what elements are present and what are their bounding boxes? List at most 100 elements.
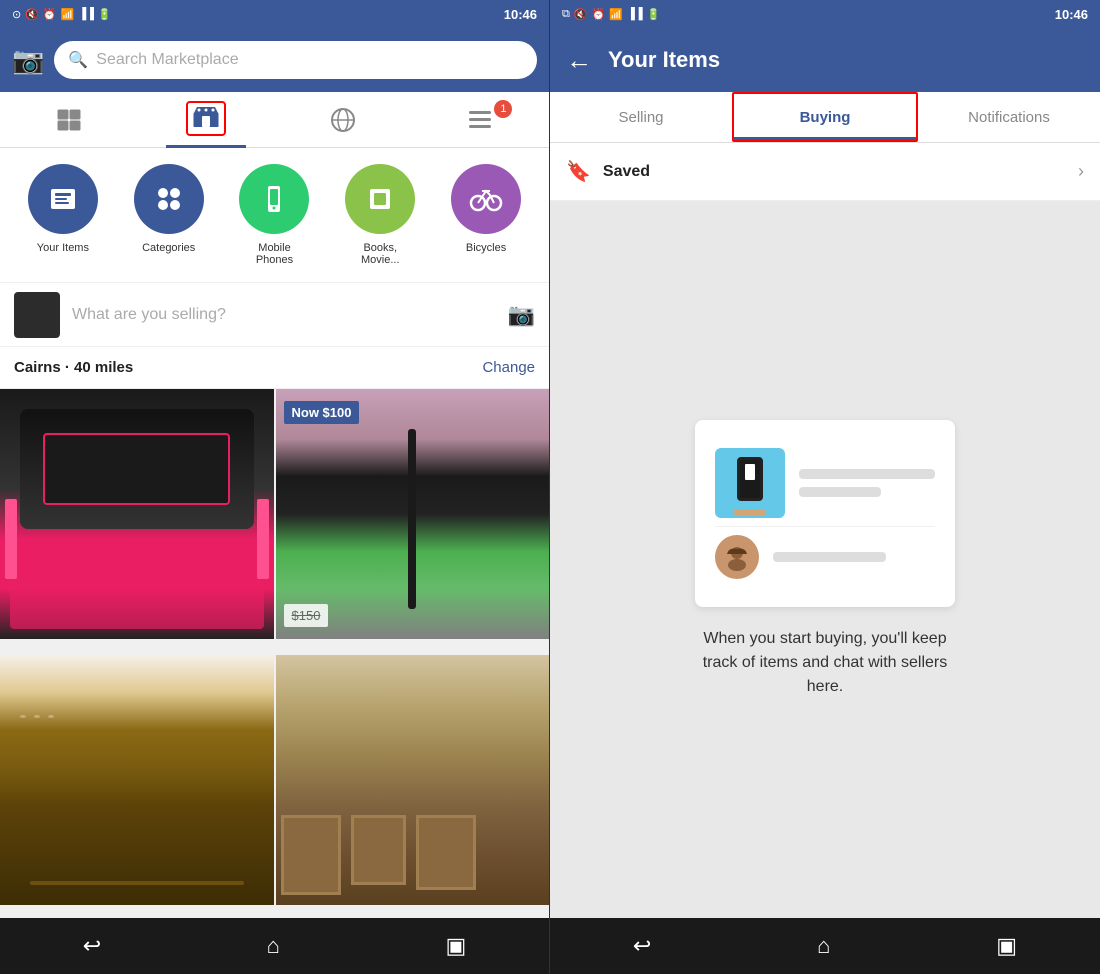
seller-avatar-icon <box>719 539 755 575</box>
signal-icon: ▐▐ <box>78 8 94 20</box>
product-treadmill[interactable] <box>0 389 274 639</box>
mobile-phones-icon-bg <box>239 164 309 234</box>
tabs-row: Selling Buying Notifications <box>550 92 1100 143</box>
category-bicycles[interactable]: Bicycles <box>451 164 521 254</box>
sell-placeholder: What are you selling? <box>72 306 496 324</box>
phone-product-image <box>715 448 785 518</box>
guitar-price-tag: Now $100 <box>284 401 360 424</box>
placeholder-line-3 <box>773 552 886 562</box>
right-status-icons: ⧉ 🔇 ⏰ 📶 ▐▐ 🔋 <box>562 8 660 21</box>
product-placeholder-lines <box>799 469 935 497</box>
wifi-icon: 📶 <box>61 8 75 21</box>
empty-card-product-row <box>715 440 935 526</box>
placeholder-line-1 <box>799 469 935 479</box>
mobile-phones-label: Mobile Phones <box>239 242 309 266</box>
your-items-icon-bg <box>28 164 98 234</box>
left-status-bar: ⊙ 🔇 ⏰ 📶 ▐▐ 🔋 10:46 <box>0 0 549 28</box>
marketplace-border <box>186 101 226 136</box>
right-alarm-icon: ⏰ <box>592 8 606 21</box>
copy-icon: ⧉ <box>562 8 570 21</box>
change-location-button[interactable]: Change <box>482 359 535 376</box>
books-movies-icon-bg <box>345 164 415 234</box>
bicycles-label: Bicycles <box>466 242 506 254</box>
product-table[interactable] <box>0 655 274 905</box>
left-status-icons: ⊙ 🔇 ⏰ 📶 ▐▐ 🔋 <box>12 8 112 21</box>
product-guitar[interactable]: Now $100 $150 <box>276 389 550 639</box>
your-items-label: Your Items <box>37 242 89 254</box>
frames-image <box>276 655 550 905</box>
categories-icon-bg <box>134 164 204 234</box>
category-categories[interactable]: Categories <box>134 164 204 254</box>
seller-avatar <box>715 535 759 579</box>
right-wifi-icon: 📶 <box>609 8 623 21</box>
treadmill-image <box>0 389 274 639</box>
empty-description-text: When you start buying, you'll keep track… <box>685 627 965 699</box>
seller-placeholder-lines <box>773 552 935 562</box>
nav-menu[interactable]: 1 <box>440 92 520 148</box>
alarm-icon: ⏰ <box>43 8 57 21</box>
search-icon: 🔍 <box>68 50 88 70</box>
marketplace-icon <box>192 105 220 127</box>
sell-prompt[interactable]: What are you selling? 📷 <box>0 283 549 347</box>
books-movies-label: Books, Movie... <box>345 242 415 266</box>
right-bottom-nav: ↩ ⌂ ▣ <box>550 918 1100 974</box>
bookmark-icon: 🔖 <box>566 159 591 184</box>
search-placeholder-text: Search Marketplace <box>96 51 238 69</box>
browse-icon <box>56 107 82 133</box>
left-header: 📷 🔍 Search Marketplace <box>0 28 549 92</box>
left-back-button[interactable]: ↩ <box>83 933 101 959</box>
nav-globe[interactable] <box>303 92 383 148</box>
right-battery-icon: 🔋 <box>647 8 661 21</box>
search-bar[interactable]: 🔍 Search Marketplace <box>54 41 537 79</box>
bicycles-icon-bg <box>451 164 521 234</box>
mute-icon: 🔇 <box>25 8 39 21</box>
right-panel: ⧉ 🔇 ⏰ 📶 ▐▐ 🔋 10:46 ← Your Items Selling … <box>550 0 1100 974</box>
product-frames[interactable] <box>276 655 550 905</box>
empty-state-card <box>695 420 955 607</box>
empty-card-seller-row <box>715 526 935 587</box>
tab-buying[interactable]: Buying <box>732 92 918 142</box>
product-grid: Now $100 $150 <box>0 389 549 918</box>
right-recents-button[interactable]: ▣ <box>996 933 1017 959</box>
left-bottom-nav: ↩ ⌂ ▣ <box>0 918 549 974</box>
bicycles-icon <box>468 181 504 217</box>
nav-browse[interactable] <box>29 92 109 148</box>
right-status-bar: ⧉ 🔇 ⏰ 📶 ▐▐ 🔋 10:46 <box>550 0 1100 28</box>
tab-notifications[interactable]: Notifications <box>918 92 1100 142</box>
saved-label: Saved <box>603 163 1066 181</box>
sell-camera-icon: 📷 <box>508 302 535 328</box>
circle-status-icon: ⊙ <box>12 8 21 21</box>
right-back-button[interactable]: ↩ <box>633 933 651 959</box>
right-mute-icon: 🔇 <box>574 8 588 21</box>
right-header: ← Your Items <box>550 28 1100 92</box>
tab-buying-label: Buying <box>800 109 851 126</box>
chevron-right-icon: › <box>1078 161 1084 182</box>
category-books-movies[interactable]: Books, Movie... <box>345 164 415 266</box>
empty-state: When you start buying, you'll keep track… <box>550 201 1100 918</box>
mobile-phones-icon <box>256 181 292 217</box>
tab-selling[interactable]: Selling <box>550 92 732 142</box>
guitar-price-strike: $150 <box>284 604 329 627</box>
battery-icon: 🔋 <box>98 8 112 21</box>
location-text: Cairns · 40 miles <box>14 359 133 376</box>
left-panel: ⊙ 🔇 ⏰ 📶 ▐▐ 🔋 10:46 📷 🔍 Search Marketplac… <box>0 0 550 974</box>
back-button[interactable]: ← <box>566 45 592 76</box>
saved-row[interactable]: 🔖 Saved › <box>550 143 1100 201</box>
guitar-image <box>276 389 550 639</box>
camera-icon[interactable]: 📷 <box>12 45 44 76</box>
right-home-button[interactable]: ⌂ <box>817 933 830 959</box>
tab-notifications-label: Notifications <box>968 109 1050 126</box>
right-time: 10:46 <box>1055 7 1088 22</box>
left-home-button[interactable]: ⌂ <box>267 933 280 959</box>
left-time: 10:46 <box>504 7 537 22</box>
sell-avatar <box>14 292 60 338</box>
nav-marketplace[interactable] <box>166 92 246 148</box>
location-bar: Cairns · 40 miles Change <box>0 347 549 389</box>
page-title: Your Items <box>608 47 720 73</box>
category-your-items[interactable]: Your Items <box>28 164 98 254</box>
categories-label: Categories <box>142 242 195 254</box>
categories-row: Your Items Categories Mobil <box>0 148 549 283</box>
category-mobile-phones[interactable]: Mobile Phones <box>239 164 309 266</box>
tab-selling-label: Selling <box>618 109 663 126</box>
left-recents-button[interactable]: ▣ <box>445 933 466 959</box>
